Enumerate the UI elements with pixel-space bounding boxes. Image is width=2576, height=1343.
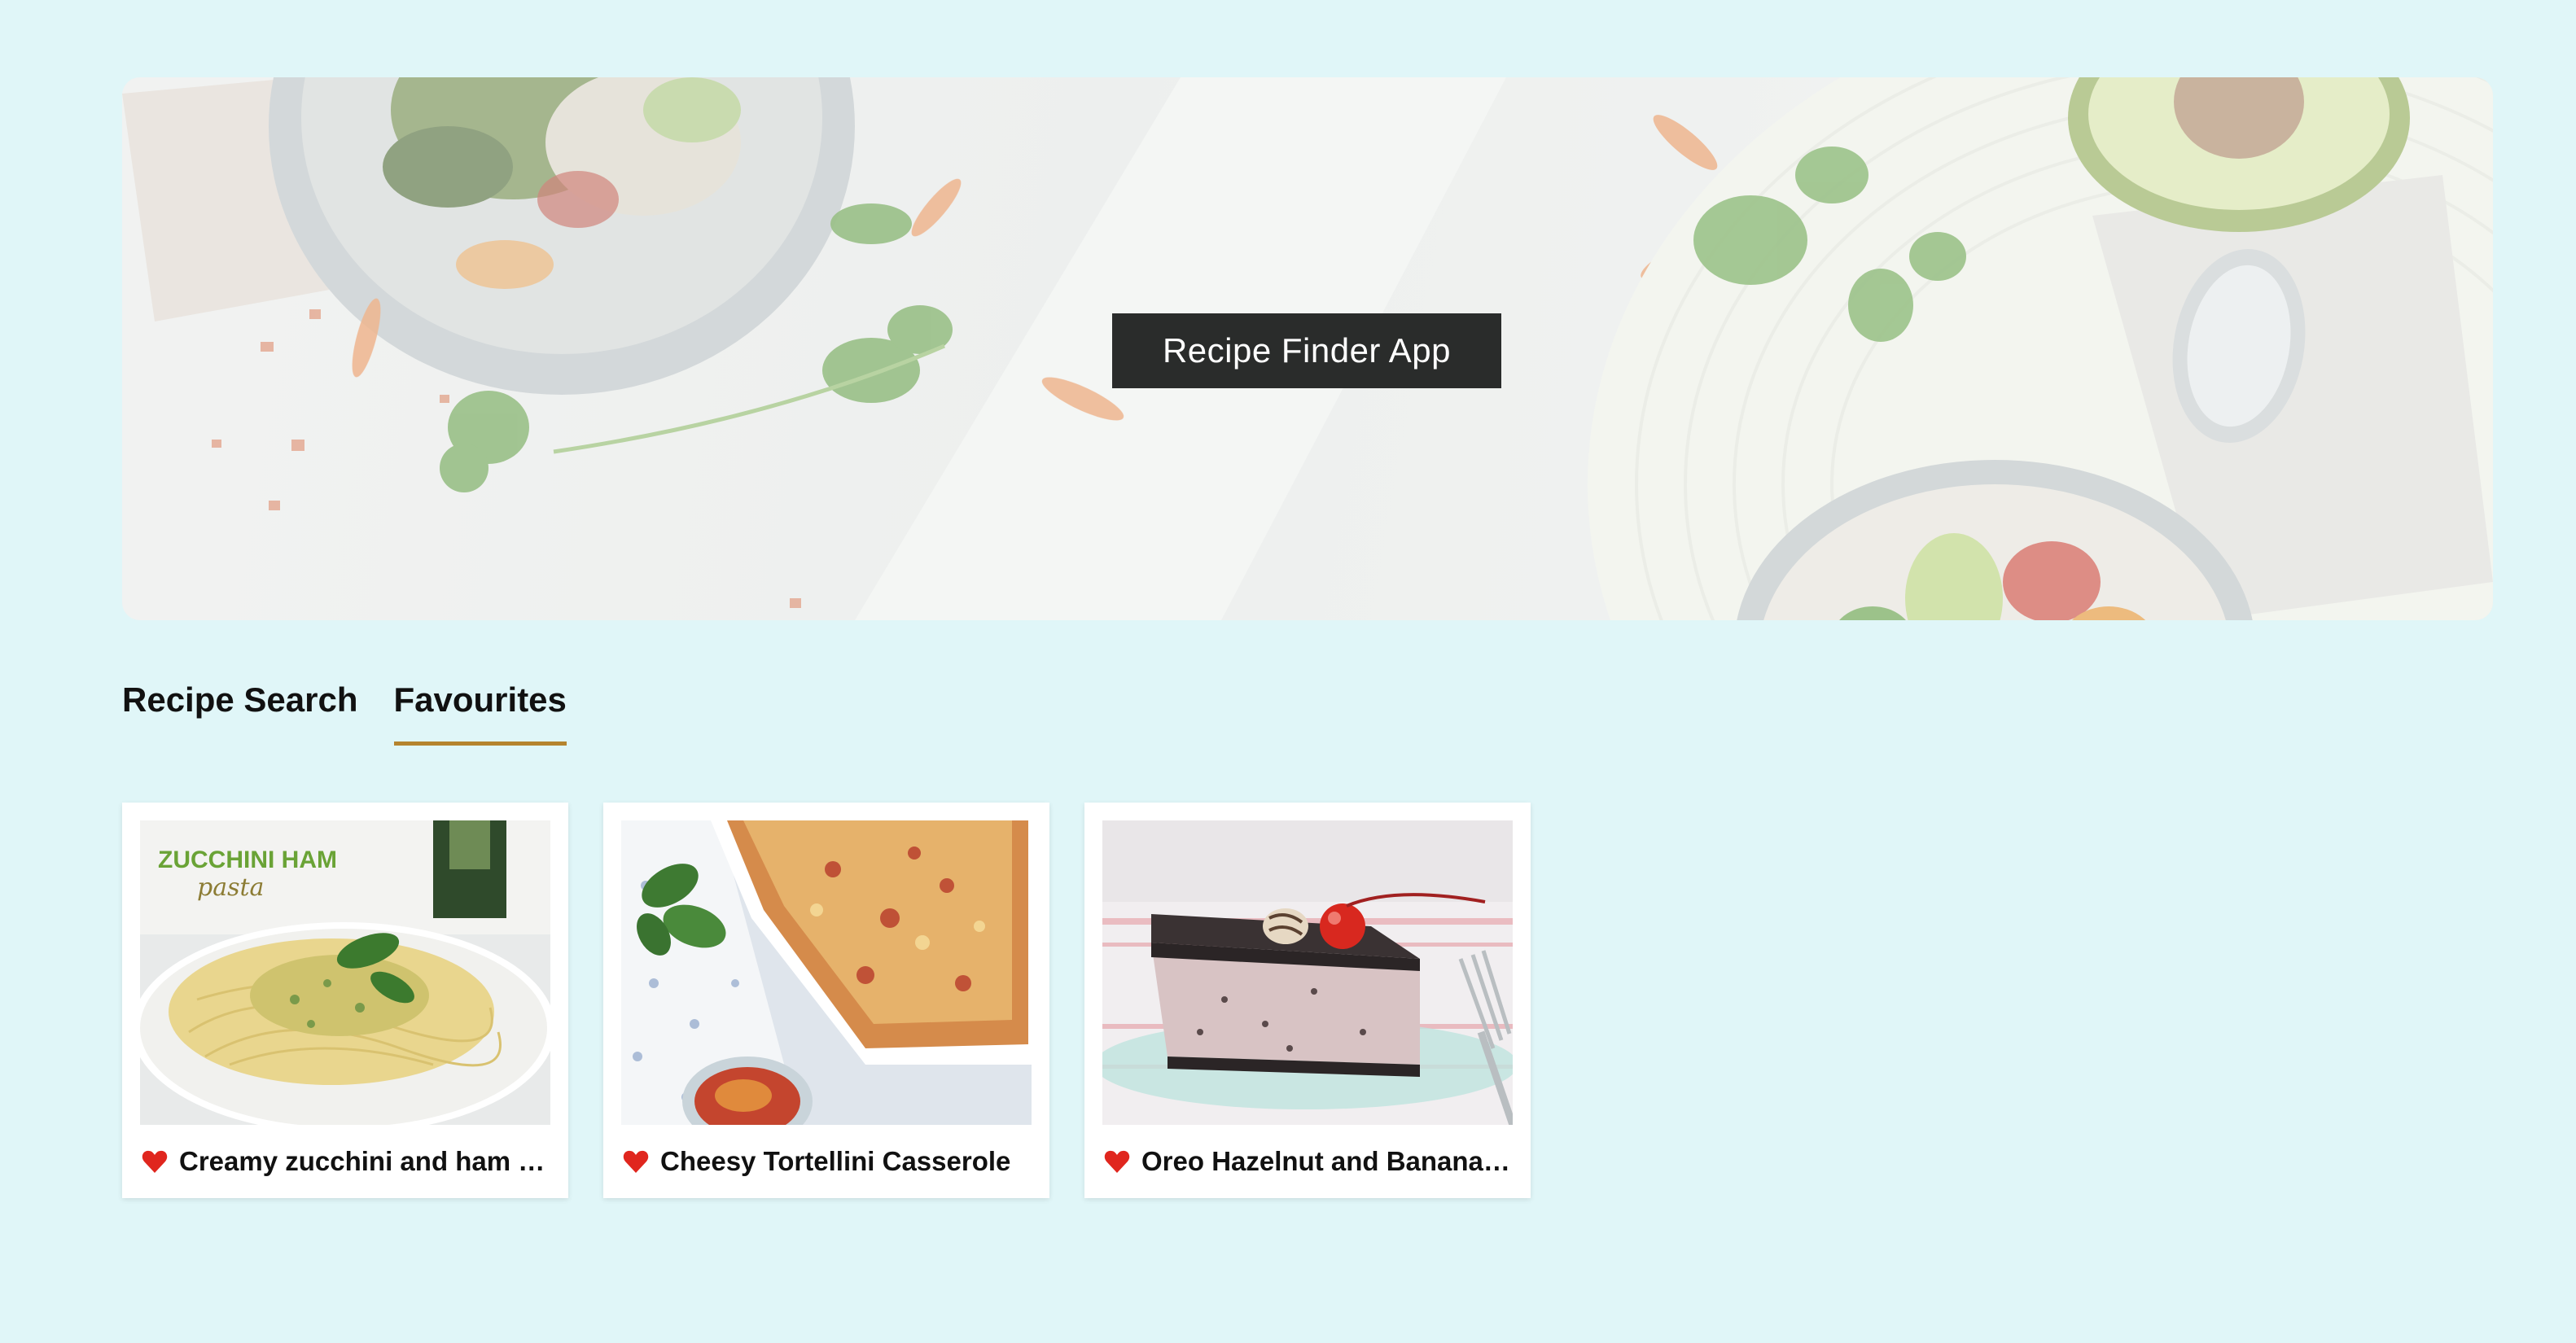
tab-recipe-search[interactable]: Recipe Search bbox=[122, 677, 358, 746]
recipe-card[interactable]: Cheesy Tortellini Casserole bbox=[603, 803, 1049, 1198]
recipe-card-footer: Creamy zucchini and ham pasta bbox=[140, 1125, 550, 1198]
recipe-finder-page: Recipe Finder App Recipe Search Favourit… bbox=[0, 0, 2576, 1343]
recipe-image bbox=[1102, 820, 1513, 1125]
recipe-title: Creamy zucchini and ham pasta bbox=[179, 1146, 550, 1176]
heart-icon[interactable] bbox=[1104, 1149, 1130, 1174]
recipe-image: ZUCCHINI HAM pasta bbox=[140, 820, 550, 1125]
tab-bar: Recipe Search Favourites bbox=[122, 677, 567, 746]
image-label-zucchini-ham: ZUCCHINI HAM bbox=[158, 846, 337, 873]
hero-banner: Recipe Finder App bbox=[122, 77, 2493, 620]
recipe-title: Oreo Hazelnut and Banana Cheesecake bbox=[1141, 1146, 1512, 1176]
app-title: Recipe Finder App bbox=[1112, 313, 1501, 388]
recipe-title: Cheesy Tortellini Casserole bbox=[660, 1146, 1011, 1176]
recipe-card[interactable]: ZUCCHINI HAM pasta Creamy zucchini and h… bbox=[122, 803, 568, 1198]
recipe-card[interactable]: Oreo Hazelnut and Banana Cheesecake bbox=[1084, 803, 1531, 1198]
heart-icon[interactable] bbox=[623, 1149, 649, 1174]
favourites-grid: ZUCCHINI HAM pasta Creamy zucchini and h… bbox=[122, 803, 1531, 1198]
heart-icon[interactable] bbox=[142, 1149, 168, 1174]
image-label-pasta: pasta bbox=[197, 873, 264, 902]
recipe-image bbox=[621, 820, 1032, 1125]
recipe-card-footer: Oreo Hazelnut and Banana Cheesecake bbox=[1102, 1125, 1513, 1198]
tab-favourites[interactable]: Favourites bbox=[393, 677, 567, 746]
recipe-card-footer: Cheesy Tortellini Casserole bbox=[621, 1125, 1032, 1198]
